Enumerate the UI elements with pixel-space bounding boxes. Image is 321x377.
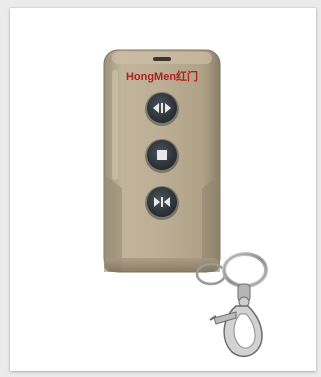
open-close-button[interactable]: [145, 92, 179, 126]
close-open-button[interactable]: [145, 186, 179, 220]
led-indicator: [153, 57, 171, 61]
stop-icon: [157, 150, 167, 160]
brand-label: HongMen红门: [126, 69, 198, 83]
stop-button[interactable]: [145, 139, 179, 173]
photo-frame: HongMen红门: [0, 0, 321, 377]
remote-photo: HongMen红门: [103, 49, 268, 357]
